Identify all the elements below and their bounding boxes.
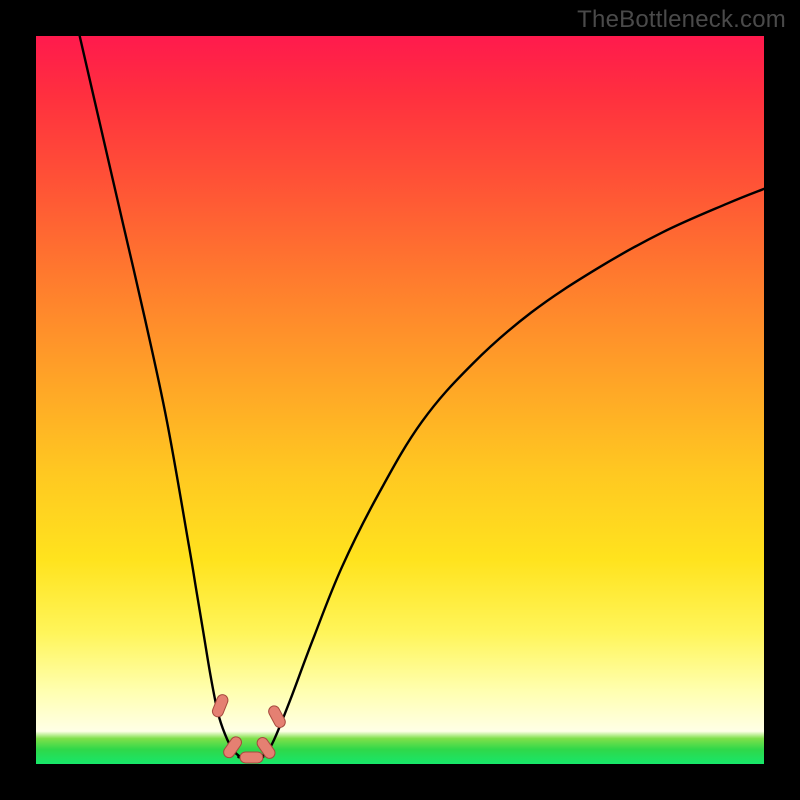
chart-plot-area	[36, 36, 764, 764]
curve-group	[80, 36, 764, 757]
marker-floor	[240, 752, 263, 763]
chart-frame: TheBottleneck.com	[0, 0, 800, 800]
curve-svg	[36, 36, 764, 764]
bottleneck-curve	[80, 36, 764, 757]
watermark-text: TheBottleneck.com	[577, 6, 786, 34]
